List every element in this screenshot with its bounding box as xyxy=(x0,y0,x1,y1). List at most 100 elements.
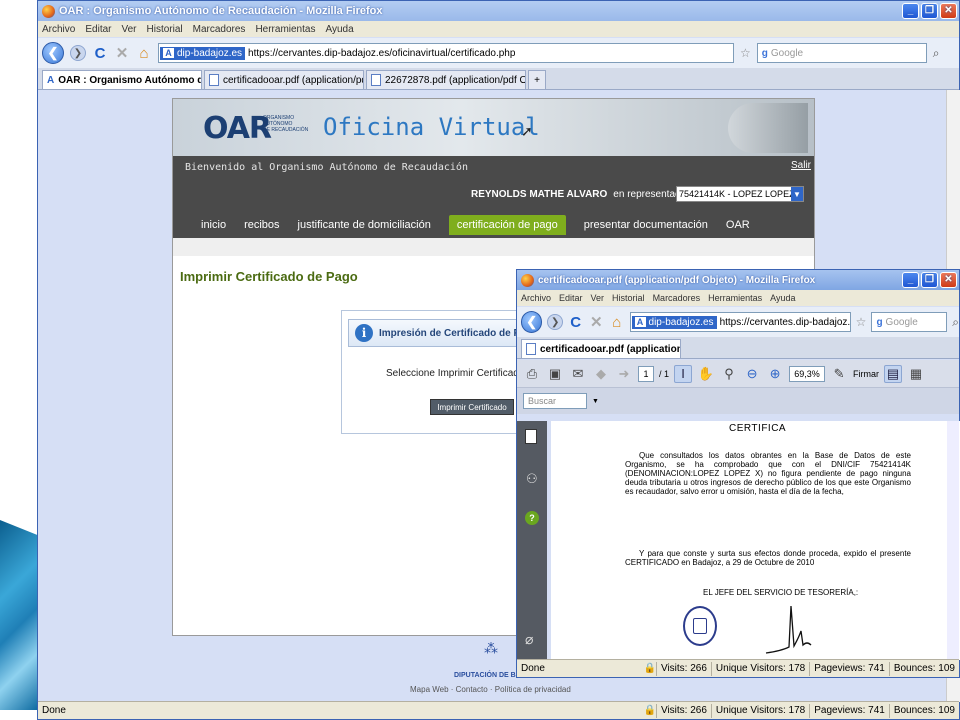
pdf-menu-ayuda[interactable]: Ayuda xyxy=(770,293,795,303)
representation-select[interactable]: 75421414K - LOPEZ LOPEZ X ▼ xyxy=(676,186,804,202)
forward-button[interactable]: ❯ xyxy=(70,45,86,61)
pdf-lock-icon: 🔒 xyxy=(643,663,656,674)
pdf-stop-icon[interactable]: ✕ xyxy=(588,313,604,331)
nav-inicio[interactable]: inicio xyxy=(201,219,226,231)
site-identity-label: dip-badajoz.es xyxy=(177,47,243,59)
pdf-menu-editar[interactable]: Editar xyxy=(559,293,583,303)
pages-icon[interactable] xyxy=(525,429,537,444)
nav-justificante[interactable]: justificante de domiciliación xyxy=(298,219,431,231)
home-icon[interactable]: ⌂ xyxy=(136,45,152,62)
nav-certificacion[interactable]: certificación de pago xyxy=(448,215,566,235)
oar-sub-strip xyxy=(173,238,814,256)
next-page-icon[interactable]: ➜ xyxy=(615,365,633,383)
print-icon[interactable]: ⎙ xyxy=(523,365,541,383)
pdf-menu-herramientas[interactable]: Herramientas xyxy=(708,293,762,303)
pdf-find-input[interactable]: Buscar xyxy=(523,393,587,409)
bookmark-star-icon[interactable]: ☆ xyxy=(740,46,751,60)
prev-page-icon[interactable]: ◆ xyxy=(592,365,610,383)
pdf-bookmark-star-icon[interactable]: ☆ xyxy=(856,315,867,329)
main-search-box[interactable]: g Google xyxy=(756,43,927,63)
pdf-tab-label: certificadooar.pdf (application/pdf O... xyxy=(540,343,681,355)
email-icon[interactable]: ✉ xyxy=(569,365,587,383)
footer-links[interactable]: Mapa Web · Contacto · Política de privac… xyxy=(410,685,571,694)
maximize-button[interactable]: ❐ xyxy=(921,3,938,19)
pdf-scrollbar[interactable] xyxy=(947,421,959,660)
diputacion-logo-icon: ⁂ xyxy=(484,640,498,656)
google-icon: g xyxy=(761,47,768,59)
select-text-icon[interactable]: I xyxy=(674,364,693,383)
page-total: / 1 xyxy=(659,368,670,379)
main-url-bar[interactable]: Adip-badajoz.es https://cervantes.dip-ba… xyxy=(158,43,734,63)
zoom-tool-icon[interactable]: ⚲ xyxy=(720,365,738,383)
pdf-minimize-button[interactable]: _ xyxy=(902,272,919,288)
pdf-menu-archivo[interactable]: Archivo xyxy=(521,293,551,303)
search-icon[interactable]: ⌕ xyxy=(933,46,940,61)
pdf-url-bar[interactable]: Adip-badajoz.es https://cervantes.dip-ba… xyxy=(629,312,851,332)
pdf-status-pageviews: Pageviews: 741 xyxy=(809,661,889,676)
menu-historial[interactable]: Historial xyxy=(147,24,183,35)
pdf-menu-marcadores[interactable]: Marcadores xyxy=(653,293,701,303)
tab-oar[interactable]: A OAR : Organismo Autónomo de R... ✕ xyxy=(42,70,202,89)
fit-width-icon[interactable]: ▦ xyxy=(907,365,925,383)
save-icon[interactable]: ▣ xyxy=(546,365,564,383)
menu-editar[interactable]: Editar xyxy=(85,24,111,35)
pdf-search-icon[interactable]: ⌕ xyxy=(952,315,959,330)
menu-herramientas[interactable]: Herramientas xyxy=(255,24,315,35)
pdf-reload-icon[interactable]: C xyxy=(568,314,584,331)
pdf-maximize-button[interactable]: ❐ xyxy=(921,272,938,288)
nav-recibos[interactable]: recibos xyxy=(244,219,279,231)
sign-label[interactable]: Firmar xyxy=(853,369,879,379)
chevron-down-icon[interactable]: ▼ xyxy=(592,398,599,405)
main-url-text: https://cervantes.dip-badajoz.es/oficina… xyxy=(248,47,516,59)
pdf-status-bounces: Bounces: 109 xyxy=(888,661,959,676)
nav-oar[interactable]: OAR xyxy=(726,219,750,231)
page-number-input[interactable]: 1 xyxy=(638,365,654,382)
oar-logo-subtitle: ORGANISMO AUTÓNOMO DE RECAUDACIÓN xyxy=(263,115,308,133)
close-button[interactable]: ✕ xyxy=(940,3,957,19)
info-icon: i xyxy=(355,324,373,342)
stop-icon[interactable]: ✕ xyxy=(114,44,130,62)
paperclip-icon[interactable]: ⌀ xyxy=(525,631,533,648)
pdf-menu-historial[interactable]: Historial xyxy=(612,293,645,303)
zoom-input[interactable]: 69,3% xyxy=(789,365,826,382)
pdf-close-button[interactable]: ✕ xyxy=(940,272,957,288)
pdf-site-identity[interactable]: Adip-badajoz.es xyxy=(631,315,717,329)
doc-paragraph-2: Y para que conste y surta sus efectos do… xyxy=(625,549,911,567)
tab-22672878[interactable]: 22672878.pdf (application/pdf Objeto) ✕ xyxy=(366,70,526,89)
pdf-home-icon[interactable]: ⌂ xyxy=(609,314,625,331)
pdf-tab[interactable]: certificadooar.pdf (application/pdf O... xyxy=(521,339,681,358)
oficina-virtual-title: Oficina Virtual xyxy=(323,113,540,141)
menu-archivo[interactable]: Archivo xyxy=(42,24,75,35)
back-button[interactable]: ❮ xyxy=(42,42,64,64)
zoom-out-icon[interactable]: ⊖ xyxy=(743,365,761,383)
minimize-button[interactable]: _ xyxy=(902,3,919,19)
logout-link[interactable]: Salir xyxy=(791,160,811,171)
pdf-search-box[interactable]: g Google xyxy=(871,312,948,332)
fit-page-icon[interactable]: ▤ xyxy=(884,364,903,383)
zoom-in-icon[interactable]: ⊕ xyxy=(766,365,784,383)
pdf-window-title: certificadooar.pdf (application/pdf Obje… xyxy=(538,274,816,286)
hand-tool-icon[interactable]: ✋ xyxy=(697,365,715,383)
oar-logo-text: OAR xyxy=(203,111,272,146)
sign-icon[interactable]: ✎ xyxy=(830,365,848,383)
chevron-down-icon[interactable]: ▼ xyxy=(791,187,803,201)
help-icon[interactable]: ? xyxy=(525,511,539,525)
menu-marcadores[interactable]: Marcadores xyxy=(193,24,246,35)
new-tab-button[interactable]: + xyxy=(528,70,546,89)
pdf-forward-button[interactable]: ❯ xyxy=(547,314,563,330)
reload-icon[interactable]: C xyxy=(92,45,108,62)
pdf-menubar: Archivo Editar Ver Historial Marcadores … xyxy=(517,290,959,306)
nav-presentar[interactable]: presentar documentación xyxy=(584,219,708,231)
doc-signature-line: EL JEFE DEL SERVICIO DE TESORERÍA,: xyxy=(703,588,859,597)
attachments-icon[interactable]: ⚇ xyxy=(526,471,538,487)
tab-certificadooar-label: certificadooar.pdf (application/pdf Obj.… xyxy=(223,74,364,86)
print-certificate-button[interactable]: Imprimir Certificado xyxy=(430,399,514,415)
menu-ayuda[interactable]: Ayuda xyxy=(325,24,353,35)
pdf-back-button[interactable]: ❮ xyxy=(521,311,543,333)
site-identity[interactable]: Adip-badajoz.es xyxy=(160,46,246,60)
tab-certificadooar[interactable]: certificadooar.pdf (application/pdf Obj.… xyxy=(204,70,364,89)
pdf-menu-ver[interactable]: Ver xyxy=(591,293,605,303)
tab-22672878-label: 22672878.pdf (application/pdf Objeto) xyxy=(385,74,525,86)
menu-ver[interactable]: Ver xyxy=(121,24,136,35)
user-info: REYNOLDS MATHE ALVARO en representación … xyxy=(471,189,707,200)
